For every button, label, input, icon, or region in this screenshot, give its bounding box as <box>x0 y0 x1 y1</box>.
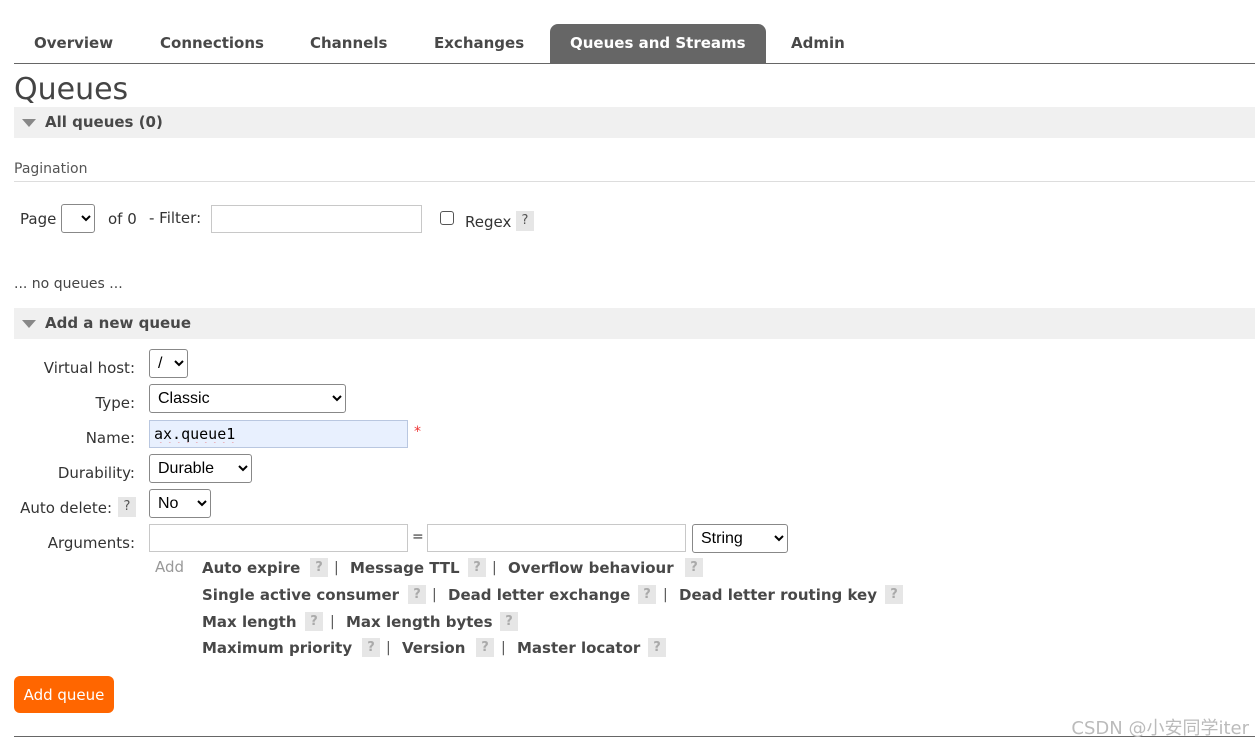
filter-input[interactable] <box>211 205 422 233</box>
tab-channels[interactable]: Channels <box>290 24 407 63</box>
arg-link-single-active-consumer[interactable]: Single active consumer <box>202 586 399 604</box>
tab-queues-and-streams[interactable]: Queues and Streams <box>550 24 766 63</box>
all-queues-label: All queues (0) <box>45 113 163 131</box>
page-label: Page <box>20 210 57 228</box>
arg-link-message-ttl[interactable]: Message TTL <box>350 559 460 577</box>
regex-checkbox[interactable] <box>440 211 454 225</box>
arg-link-master-locator[interactable]: Master locator <box>517 639 640 657</box>
divider <box>14 181 1255 182</box>
queue-name-input[interactable] <box>149 420 408 448</box>
regex-label: Regex <box>465 213 512 231</box>
master-locator-help-icon[interactable]: ? <box>648 638 666 657</box>
add-queue-button[interactable]: Add queue <box>14 676 114 713</box>
auto-delete-help-icon[interactable]: ? <box>118 497 136 517</box>
page-of-label: of 0 <box>108 210 137 228</box>
durability-label: Durability: <box>57 464 135 482</box>
arg-link-dead-letter-routing-key[interactable]: Dead letter routing key <box>679 586 877 604</box>
argument-value-input[interactable] <box>427 524 686 552</box>
single-active-consumer-help-icon[interactable]: ? <box>408 585 426 604</box>
add-queue-section-toggle[interactable]: Add a new queue <box>14 308 1255 339</box>
add-queue-section-label: Add a new queue <box>45 314 192 332</box>
no-queues-message: ... no queues ... <box>14 276 123 292</box>
auto-delete-select[interactable]: No <box>149 489 211 518</box>
arguments-label: Arguments: <box>47 534 135 552</box>
filter-label: - Filter: <box>149 209 202 227</box>
tab-admin[interactable]: Admin <box>771 24 865 63</box>
version-help-icon[interactable]: ? <box>476 638 494 657</box>
all-queues-section-toggle[interactable]: All queues (0) <box>14 107 1255 138</box>
arg-link-overflow-behaviour[interactable]: Overflow behaviour <box>508 559 674 577</box>
message-ttl-help-icon[interactable]: ? <box>468 558 486 577</box>
virtual-host-label: Virtual host: <box>43 359 135 377</box>
auto-delete-label: Auto delete: <box>20 499 112 517</box>
arg-link-maximum-priority[interactable]: Maximum priority <box>202 639 352 657</box>
type-label: Type: <box>95 394 135 412</box>
collapse-triangle-icon <box>22 320 36 328</box>
tab-overview[interactable]: Overview <box>14 24 133 63</box>
argument-type-select[interactable]: String <box>692 524 788 553</box>
separator: | <box>492 560 497 576</box>
arg-link-version[interactable]: Version <box>402 639 465 657</box>
separator: | <box>663 587 668 603</box>
name-label: Name: <box>85 429 135 447</box>
auto-expire-help-icon[interactable]: ? <box>310 558 328 577</box>
pagination-label: Pagination <box>14 161 88 177</box>
page-select[interactable] <box>61 204 95 233</box>
max-length-bytes-help-icon[interactable]: ? <box>500 612 518 631</box>
separator: | <box>432 587 437 603</box>
separator: | <box>334 560 339 576</box>
durability-select[interactable]: Durable <box>149 454 252 483</box>
arg-link-max-length-bytes[interactable]: Max length bytes <box>346 613 493 631</box>
equals-sign: = <box>412 529 424 545</box>
tab-connections[interactable]: Connections <box>140 24 284 63</box>
watermark: CSDN @小安同学iter <box>1071 718 1249 739</box>
type-select[interactable]: Classic <box>149 384 346 413</box>
dead-letter-routing-key-help-icon[interactable]: ? <box>885 585 903 604</box>
arg-link-max-length[interactable]: Max length <box>202 613 297 631</box>
divider <box>14 736 1255 737</box>
separator: | <box>501 640 506 656</box>
max-length-help-icon[interactable]: ? <box>305 612 323 631</box>
add-argument-label: Add <box>155 558 185 576</box>
virtual-host-select[interactable]: / <box>149 349 188 378</box>
main-nav-tabs: Overview Connections Channels Exchanges … <box>14 24 1255 64</box>
regex-help-icon[interactable]: ? <box>516 211 534 231</box>
required-marker: * <box>414 424 421 440</box>
dead-letter-exchange-help-icon[interactable]: ? <box>638 585 656 604</box>
collapse-triangle-icon <box>22 119 36 127</box>
page-title: Queues <box>14 72 129 107</box>
arg-link-dead-letter-exchange[interactable]: Dead letter exchange <box>448 586 630 604</box>
tab-exchanges[interactable]: Exchanges <box>414 24 544 63</box>
overflow-behaviour-help-icon[interactable]: ? <box>685 558 703 577</box>
separator: | <box>386 640 391 656</box>
maximum-priority-help-icon[interactable]: ? <box>362 638 380 657</box>
argument-key-input[interactable] <box>149 524 408 552</box>
arg-link-auto-expire[interactable]: Auto expire <box>202 559 300 577</box>
separator: | <box>330 614 335 630</box>
